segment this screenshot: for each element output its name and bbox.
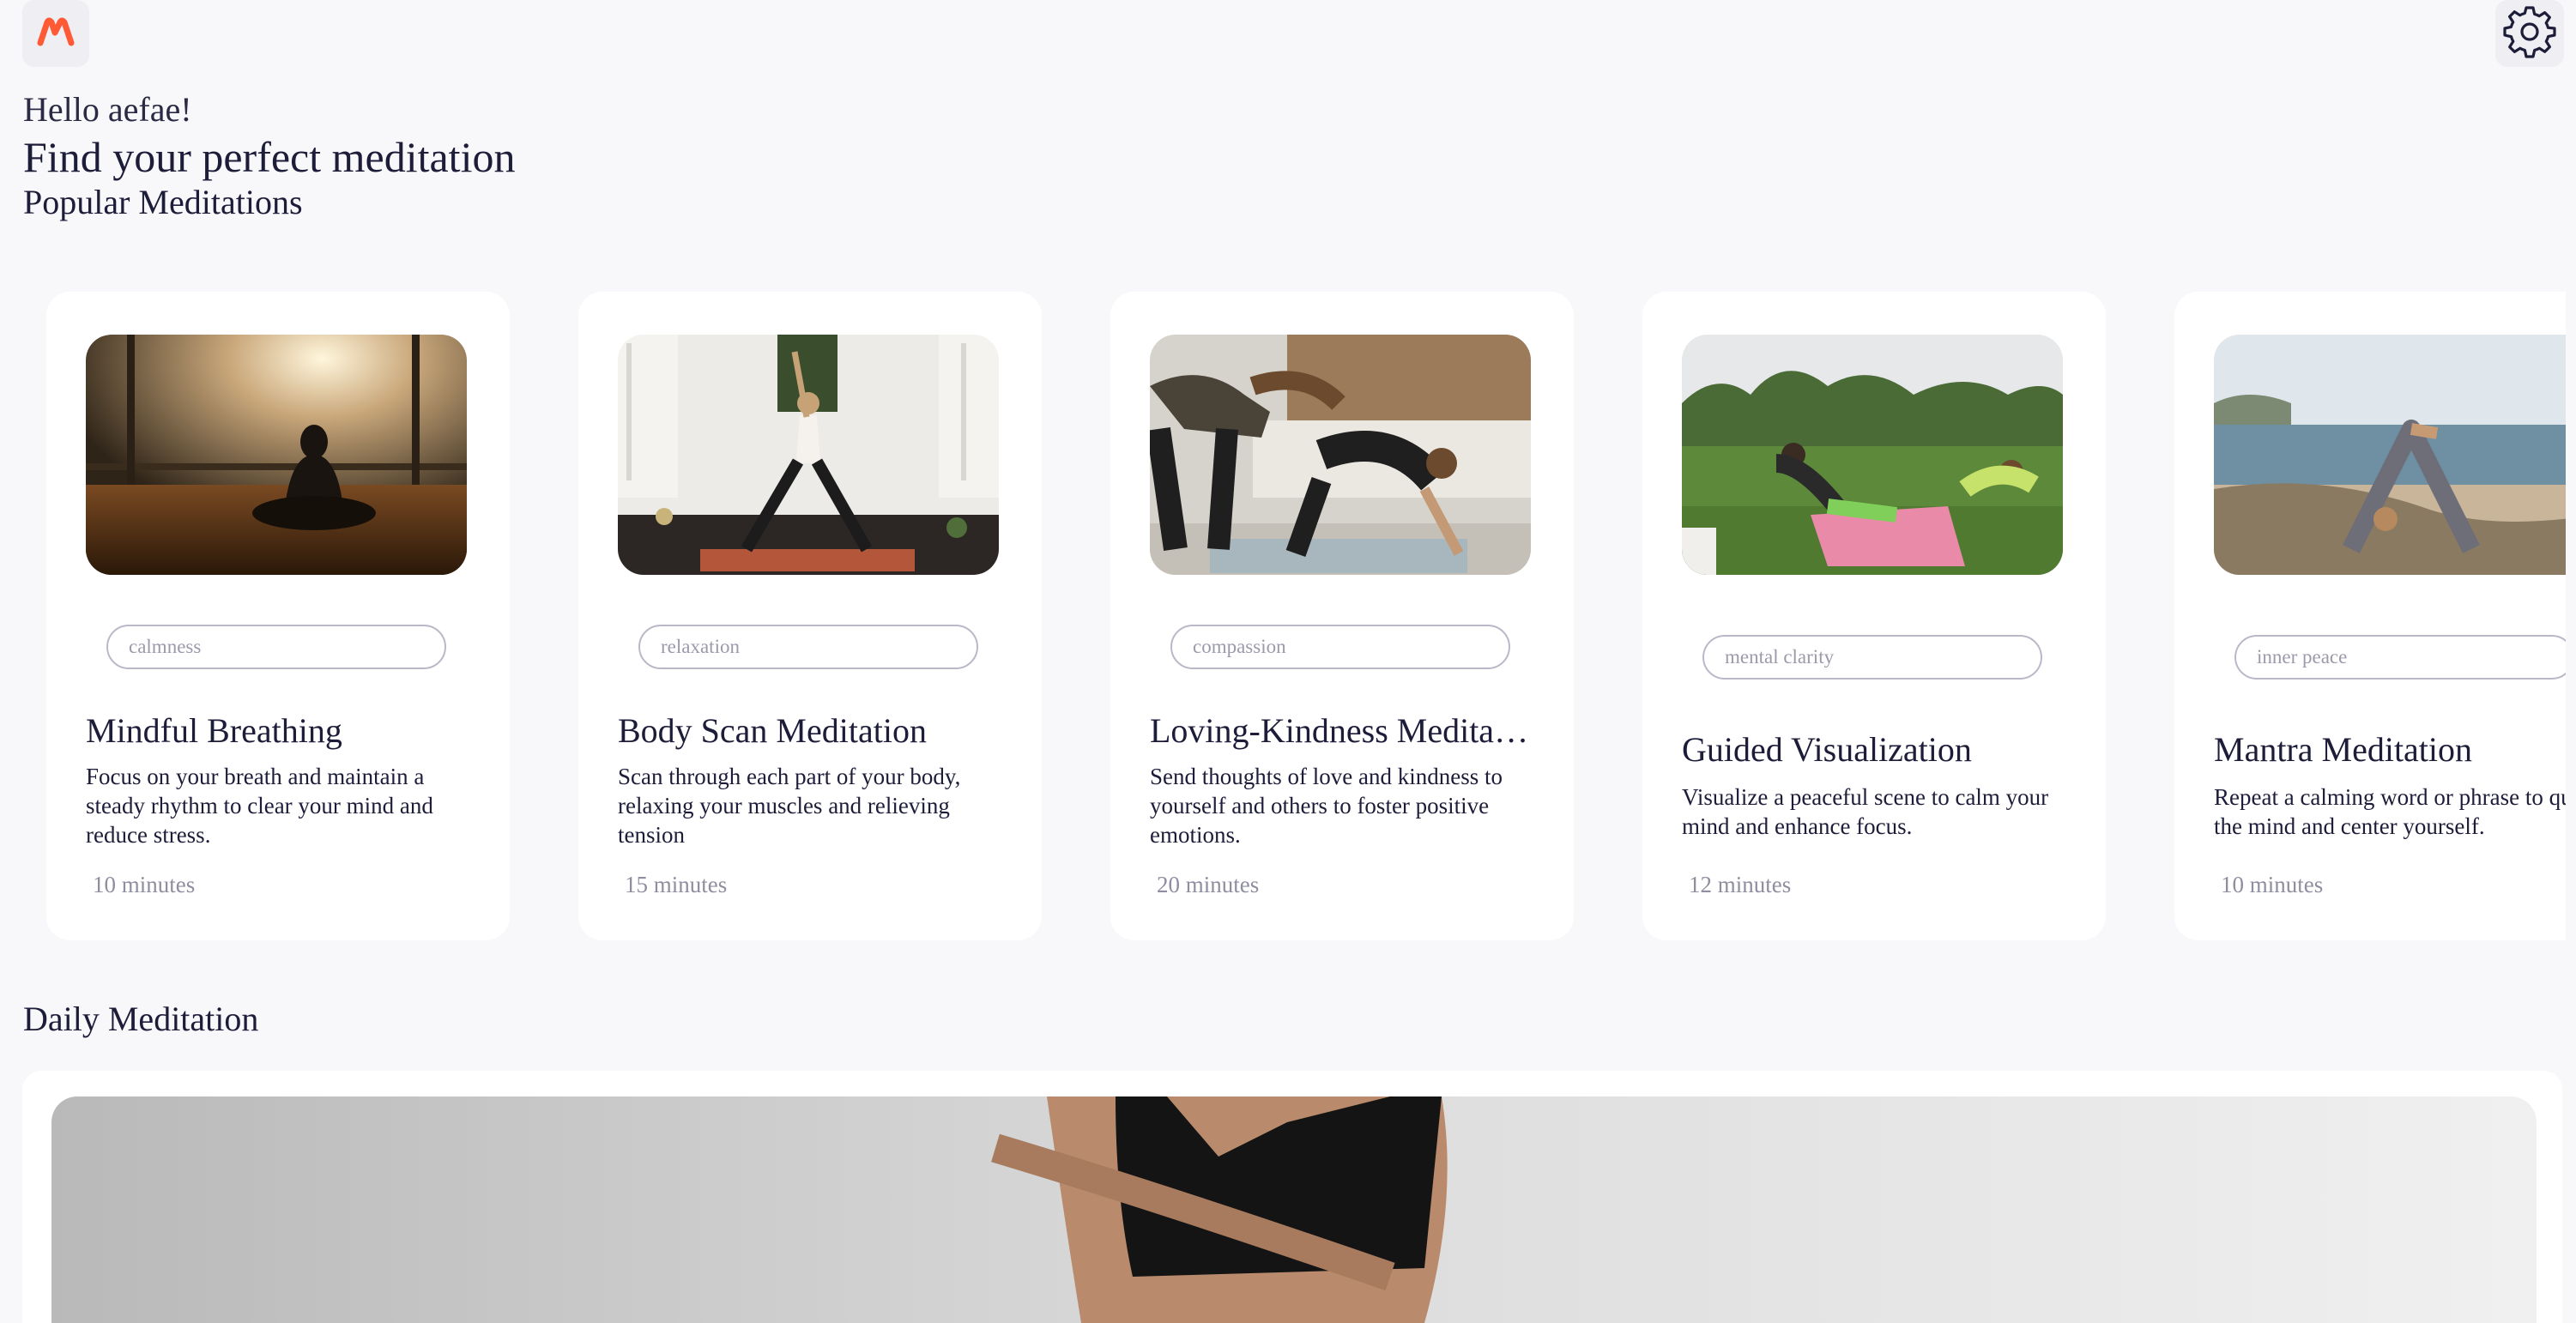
- app-logo-button[interactable]: [22, 0, 89, 67]
- card-description: Visualize a peaceful scene to calm your …: [1682, 784, 2049, 839]
- card-duration: 12 minutes: [1689, 872, 1792, 897]
- daily-meditation-heading: Daily Meditation: [23, 1000, 259, 1038]
- meditation-card-image: [86, 335, 467, 575]
- popular-meditations-heading: Popular Meditations: [23, 183, 303, 221]
- category-tag: mental clarity: [1702, 635, 2042, 680]
- card-duration: 20 minutes: [1157, 872, 1260, 897]
- m-logo-icon: [37, 17, 75, 51]
- card-duration: 10 minutes: [2221, 872, 2324, 897]
- meditation-card-image: [2214, 335, 2566, 575]
- category-tag: compassion: [1170, 625, 1510, 669]
- gear-icon: [2502, 4, 2557, 63]
- category-tag: relaxation: [638, 625, 978, 669]
- daily-meditation-image: [51, 1096, 2537, 1323]
- card-title: Mindful Breathing: [86, 711, 342, 750]
- meditation-card[interactable]: relaxation Body Scan Meditation Scan thr…: [578, 292, 1042, 940]
- card-title: Loving-Kindness Meditation: [1150, 711, 1536, 750]
- meditation-card[interactable]: mental clarity Guided Visualization Visu…: [1642, 292, 2106, 940]
- greeting-text: Hello aefae!: [23, 90, 192, 129]
- card-duration: 15 minutes: [625, 872, 728, 897]
- meditation-card-image: [618, 335, 999, 575]
- daily-meditation-card[interactable]: [22, 1071, 2562, 1323]
- card-title: Body Scan Meditation: [618, 711, 927, 750]
- meditation-card-image: [1682, 335, 2063, 575]
- card-duration: 10 minutes: [93, 872, 196, 897]
- card-description: Send thoughts of love and kindness to yo…: [1150, 764, 1503, 848]
- popular-meditations-carousel[interactable]: calmness Mindful Breathing Focus on your…: [0, 292, 2566, 944]
- settings-button[interactable]: [2495, 0, 2564, 67]
- card-description: Repeat a calming word or phrase to quiet…: [2214, 784, 2566, 839]
- meditation-card[interactable]: calmness Mindful Breathing Focus on your…: [46, 292, 510, 940]
- meditation-card-image: [1150, 335, 1531, 575]
- meditation-card[interactable]: inner peace Mantra Meditation Repeat a c…: [2174, 292, 2566, 940]
- meditation-card[interactable]: compassion Loving-Kindness Meditation Se…: [1110, 292, 1574, 940]
- card-title: Mantra Meditation: [2214, 730, 2473, 769]
- card-description: Scan through each part of your body, rel…: [618, 764, 961, 848]
- page-headline: Find your perfect meditation: [23, 133, 516, 181]
- card-title: Guided Visualization: [1682, 730, 1972, 769]
- category-tag: inner peace: [2234, 635, 2566, 680]
- category-tag: calmness: [106, 625, 446, 669]
- card-description: Focus on your breath and maintain a stea…: [86, 764, 433, 848]
